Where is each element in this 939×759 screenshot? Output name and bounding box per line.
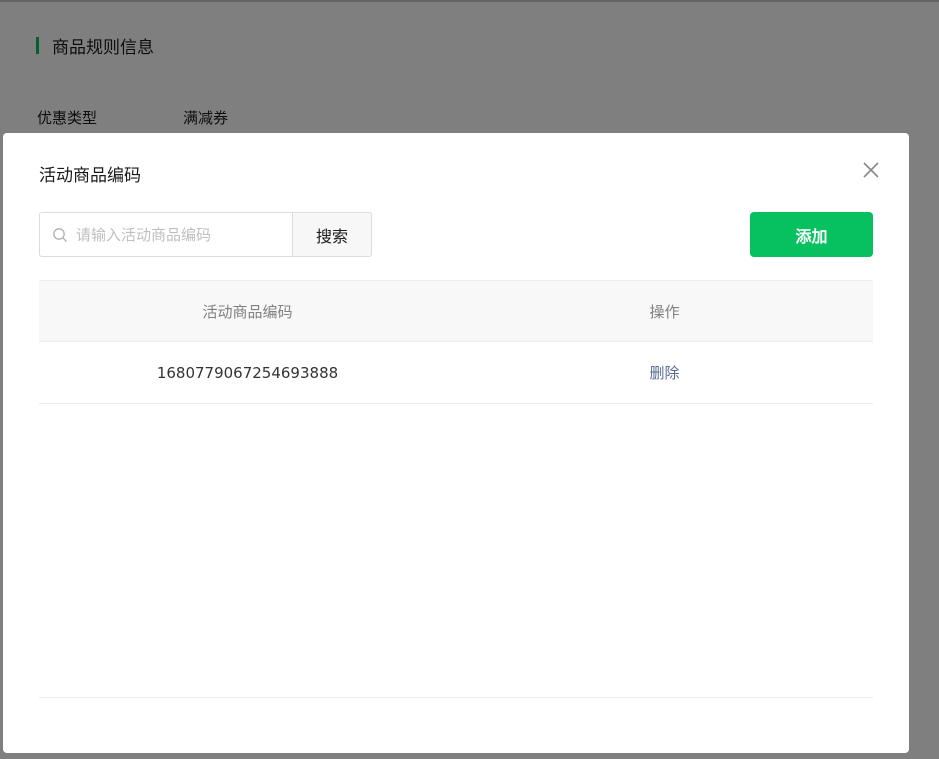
search-input-wrapper[interactable] <box>39 212 292 257</box>
product-code-dialog: 活动商品编码 搜索 添加 活动商品编码 操作 16807790672546938… <box>3 133 909 753</box>
close-icon <box>863 162 879 178</box>
search-button[interactable]: 搜索 <box>292 212 372 257</box>
search-bar: 搜索 <box>39 212 372 257</box>
delete-link[interactable]: 删除 <box>649 364 679 382</box>
search-input[interactable] <box>74 224 278 245</box>
action-cell: 删除 <box>456 362 873 383</box>
dialog-title: 活动商品编码 <box>39 166 141 186</box>
product-code-cell: 1680779067254693888 <box>156 363 339 382</box>
column-header-code: 活动商品编码 <box>202 302 293 321</box>
column-header-action: 操作 <box>649 302 680 321</box>
table-header: 活动商品编码 操作 <box>39 280 873 342</box>
product-code-table: 活动商品编码 操作 1680779067254693888 删除 <box>39 280 873 404</box>
table-row: 1680779067254693888 删除 <box>39 342 873 404</box>
add-button[interactable]: 添加 <box>750 212 873 257</box>
close-button[interactable] <box>861 160 881 180</box>
divider <box>39 697 873 698</box>
search-icon <box>53 227 67 242</box>
